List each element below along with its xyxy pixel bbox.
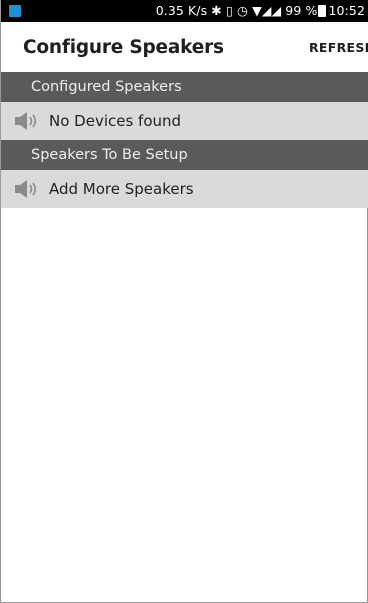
battery-icon: [318, 5, 327, 17]
status-glyphs-icon: ✱ ▯ ◷ ▼◢◢: [211, 3, 282, 18]
section-header-label: Configured Speakers: [31, 79, 182, 95]
configured-speakers-header: Configured Speakers: [1, 72, 368, 102]
page-title: Configure Speakers: [23, 37, 224, 58]
status-indicators: 0.35 K/s ✱ ▯ ◷ ▼◢◢ 99 % 10:52: [156, 3, 365, 18]
app-notification-icon: [9, 5, 21, 17]
speaker-icon: [15, 112, 37, 130]
network-speed: 0.35 K/s: [155, 3, 208, 18]
section-header-label: Speakers To Be Setup: [31, 147, 188, 163]
toolbar: Configure Speakers REFRESH: [1, 22, 368, 72]
list-item-label: Add More Speakers: [49, 180, 194, 198]
list-item-no-devices[interactable]: No Devices found: [1, 102, 368, 140]
battery-percent: 99 %: [285, 3, 318, 18]
clock: 10:52: [328, 3, 365, 18]
status-bar: 0.35 K/s ✱ ▯ ◷ ▼◢◢ 99 % 10:52: [1, 0, 368, 22]
list-item-label: No Devices found: [49, 112, 182, 130]
add-more-speakers-button[interactable]: Add More Speakers: [1, 170, 368, 208]
speakers-to-be-setup-header: Speakers To Be Setup: [1, 140, 368, 170]
refresh-button[interactable]: REFRESH: [309, 40, 368, 55]
speaker-icon: [15, 180, 37, 198]
